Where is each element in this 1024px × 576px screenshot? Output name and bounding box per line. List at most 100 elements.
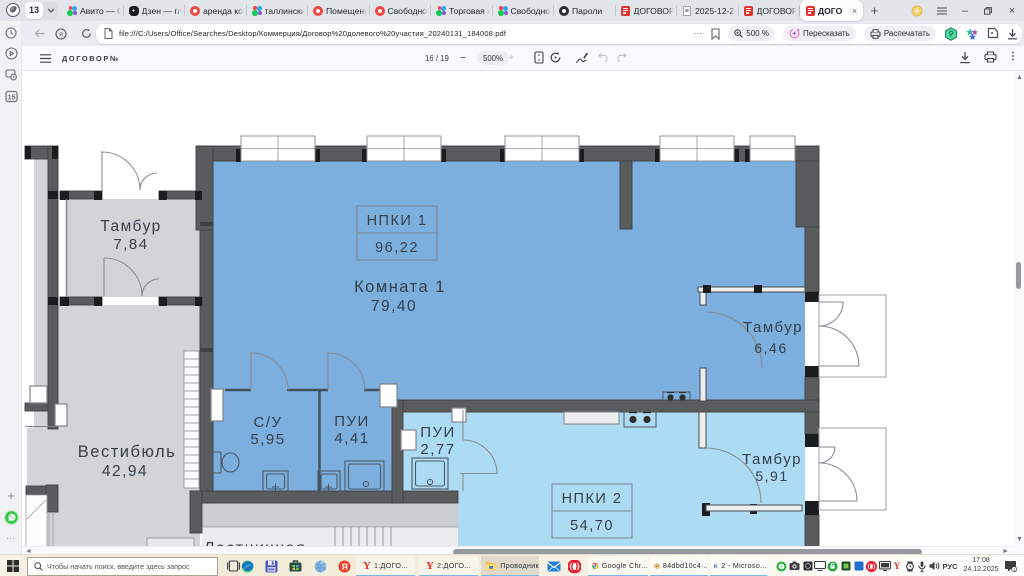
scroll-down-icon[interactable]: ▼ bbox=[1016, 536, 1023, 543]
window-title: 2 - Microso... bbox=[721, 561, 767, 570]
screenshot-icon[interactable] bbox=[0, 67, 22, 83]
pdf-zoom-in-button[interactable]: + bbox=[508, 53, 514, 64]
whatsapp-icon[interactable] bbox=[0, 508, 22, 526]
calendar-icon[interactable]: 15 bbox=[0, 88, 22, 104]
edge-app-icon[interactable] bbox=[240, 555, 255, 576]
pdf-zoom-out-button[interactable]: − bbox=[460, 53, 466, 64]
start-button[interactable] bbox=[4, 555, 22, 576]
reload-button[interactable] bbox=[78, 21, 94, 46]
tab-3[interactable]: аренда ко bbox=[185, 0, 247, 21]
yandex-app-icon[interactable]: Я bbox=[337, 555, 352, 576]
room-area: 4,41 bbox=[334, 430, 369, 447]
taskbar-chrome[interactable]: Google Chr... bbox=[588, 556, 648, 576]
svg-text:я: я bbox=[59, 31, 63, 38]
profile-avatar[interactable] bbox=[6, 3, 20, 17]
tray-opera-icon[interactable] bbox=[865, 555, 878, 576]
tray-mic-icon[interactable] bbox=[916, 555, 928, 576]
tab-9[interactable]: Пароли bbox=[554, 0, 616, 21]
dzen-nav-button[interactable]: я bbox=[53, 21, 69, 46]
tray-watch-icon[interactable] bbox=[903, 555, 916, 576]
pdf-draw-button[interactable] bbox=[575, 51, 589, 64]
bookmark-flag-icon[interactable] bbox=[711, 28, 720, 40]
tab-favicon-pdf-icon bbox=[744, 6, 754, 16]
adguard-extension-icon[interactable] bbox=[944, 27, 958, 41]
taskbar-window-2[interactable]: Y 2:ДОГО... bbox=[419, 556, 478, 576]
window-minimize-button[interactable]: – bbox=[955, 0, 975, 21]
taskbar-word[interactable]: W 2 - Microso... bbox=[710, 556, 767, 576]
pdf-page-view-button[interactable] bbox=[534, 51, 544, 64]
opera-app-icon[interactable] bbox=[566, 555, 583, 576]
tray-monitor-icon[interactable] bbox=[878, 555, 892, 576]
video-icon[interactable] bbox=[0, 45, 22, 61]
omnibox[interactable]: file:///C:/Users/Office/Searches/Desktop… bbox=[96, 24, 1022, 44]
tab-2[interactable]: Дзен — гла bbox=[124, 0, 186, 21]
tray-whatsapp-icon[interactable] bbox=[774, 555, 788, 576]
tray-camera-icon[interactable] bbox=[788, 555, 801, 576]
room-fill-vestibule bbox=[58, 305, 200, 548]
notification-center-button[interactable]: 1 bbox=[1002, 555, 1018, 576]
tabs-dropdown-button[interactable] bbox=[43, 2, 58, 19]
pdf-download-button[interactable] bbox=[959, 51, 971, 64]
tray-language[interactable]: РУС bbox=[940, 555, 960, 576]
pdf-print-button[interactable] bbox=[984, 51, 997, 63]
pdf-sidebar-toggle[interactable] bbox=[38, 52, 52, 65]
pdf-undo-button[interactable] bbox=[598, 52, 610, 62]
extension-star-icon[interactable] bbox=[966, 27, 979, 40]
room-label: Тамбур bbox=[100, 218, 162, 235]
scroll-up-icon[interactable]: ▲ bbox=[1016, 74, 1023, 81]
tab-12[interactable]: ДОГОВОР bbox=[739, 0, 801, 21]
more-actions-icon[interactable]: ⋯ bbox=[693, 28, 703, 39]
sidebar-add-button[interactable]: + bbox=[0, 487, 22, 503]
tab-7[interactable]: Торговая п bbox=[431, 0, 493, 21]
back-button[interactable] bbox=[31, 21, 47, 46]
tray-blue-app-icon[interactable] bbox=[852, 555, 865, 576]
plus-points-icon[interactable] bbox=[908, 0, 926, 21]
tab-8[interactable]: Свободно bbox=[493, 0, 555, 21]
browser-menu-button[interactable] bbox=[933, 0, 951, 21]
floppy-app-icon[interactable] bbox=[264, 555, 279, 576]
print-button[interactable]: Распечатать bbox=[864, 26, 936, 41]
tray-shield-icon[interactable] bbox=[826, 555, 839, 576]
tab-6[interactable]: Свободно bbox=[370, 0, 432, 21]
sidebar-more-button[interactable]: ⋯ bbox=[0, 531, 22, 545]
tab-label: Свободно bbox=[388, 6, 429, 16]
rotate-icon bbox=[549, 51, 562, 64]
window-close-button[interactable]: × bbox=[1002, 0, 1022, 21]
downloads-icon[interactable] bbox=[1007, 28, 1018, 40]
zoom-magnifier-icon bbox=[734, 29, 743, 38]
vertical-scrollbar[interactable]: ▲ ▼ bbox=[1013, 71, 1024, 554]
tray-display-icon[interactable] bbox=[813, 555, 827, 576]
tag-extension-icon[interactable] bbox=[987, 27, 999, 40]
taskbar-search-box[interactable]: Чтобы начать поиск, введите здесь запрос bbox=[27, 557, 218, 576]
taskbar-compass[interactable]: 84dbd10c4... bbox=[650, 556, 708, 576]
printer-icon bbox=[870, 29, 881, 39]
pdf-zoom-level[interactable]: 500% bbox=[477, 51, 509, 65]
pdf-redo-button[interactable] bbox=[615, 52, 627, 62]
pdf-rotate-button[interactable] bbox=[549, 51, 562, 64]
window-restore-button[interactable] bbox=[978, 0, 998, 21]
tab-5[interactable]: Помещени bbox=[308, 0, 370, 21]
vertical-scroll-thumb[interactable] bbox=[1016, 262, 1021, 289]
pdf-viewport[interactable]: Тамбур 7,84 Вестибюль 42,94 Комната 1 79… bbox=[22, 71, 1024, 554]
tray-yandex-icon[interactable]: Y bbox=[891, 555, 903, 576]
zoom-chip[interactable]: 500 % bbox=[728, 26, 775, 41]
tab-10[interactable]: ДОГОВОР bbox=[616, 0, 678, 21]
globe-app-icon[interactable] bbox=[313, 555, 328, 576]
mail-app-icon[interactable] bbox=[545, 555, 562, 576]
new-tab-button[interactable]: + bbox=[866, 2, 883, 19]
tab-4[interactable]: таллински bbox=[247, 0, 309, 21]
tab-counter[interactable]: 13 bbox=[25, 2, 43, 19]
tab-close-icon[interactable]: × bbox=[852, 7, 860, 15]
toolbox-app-icon[interactable] bbox=[288, 555, 303, 576]
tab-1[interactable]: Авито — Об bbox=[62, 0, 124, 21]
retell-button[interactable]: Пересказать bbox=[783, 26, 856, 41]
tab-11[interactable]: 2025-12-24 bbox=[677, 0, 739, 21]
tray-green-app-icon[interactable] bbox=[839, 555, 852, 576]
taskbar-window-1[interactable]: Y 1:ДОГО... bbox=[356, 556, 415, 576]
tab-active[interactable]: ДОГО× bbox=[800, 0, 863, 21]
pdf-more-menu[interactable]: ⋮ bbox=[1008, 51, 1018, 62]
taskbar-explorer[interactable]: Проводник bbox=[481, 556, 539, 576]
pdf-document-title: ДОГОВОР№ bbox=[62, 54, 120, 63]
history-icon[interactable] bbox=[0, 25, 22, 41]
tray-clock[interactable]: 17:08 24.12.2025 bbox=[960, 555, 1002, 576]
